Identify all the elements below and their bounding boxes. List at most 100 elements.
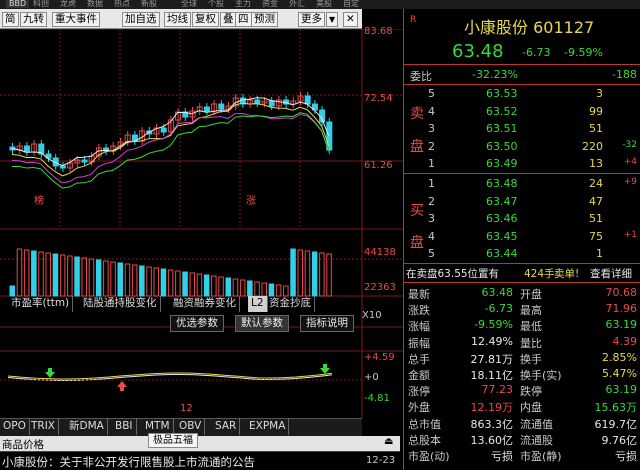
buy-order-row[interactable]: 3 63.46 51 [404, 211, 640, 227]
ranking-marker[interactable]: 榜 [34, 192, 44, 207]
stat-value: 12.49% [471, 334, 513, 348]
tab-sar[interactable]: SAR [212, 418, 241, 435]
stat-value: 9.76亿 [601, 433, 638, 447]
top-nav-item[interactable]: 新股 [138, 0, 160, 8]
limit-up-marker[interactable]: 涨 [246, 192, 256, 207]
top-nav-item[interactable]: 龙虎 [57, 0, 79, 8]
four-button[interactable]: 四 [235, 12, 252, 27]
sell-note-action: 卖单! [554, 268, 580, 280]
add-watchlist-button[interactable]: 加自选 [122, 12, 160, 27]
tab-l2[interactable]: L2 [248, 296, 268, 312]
top-nav-item[interactable]: 美股 [313, 0, 335, 8]
volume-bar [160, 268, 167, 297]
volume-axis-unit: X10 [362, 310, 382, 321]
close-icon[interactable]: ✕ [343, 12, 358, 27]
volume-bar [139, 265, 145, 297]
stats-row: 涨幅 -9.59% 最低 63.19 [404, 317, 640, 333]
tab-pe-ttm[interactable]: 市盈率(ttm) [8, 296, 74, 312]
buy-order-row[interactable]: 2 63.47 47 [404, 194, 640, 210]
top-nav-item[interactable]: 主力 [232, 0, 254, 8]
top-nav-item[interactable]: 外汇 [286, 0, 308, 8]
sell-change: +4 [623, 157, 637, 167]
adjust-button[interactable]: 复权 [192, 12, 219, 27]
nine-turn-button[interactable]: 九转 [20, 12, 47, 27]
price-change-pct: -9.59% [564, 46, 603, 59]
buy-order-row[interactable]: 1 63.48 24 +9 [404, 176, 640, 192]
tab-fund-bottom[interactable]: 资金抄底 [266, 296, 315, 312]
moving-average-button[interactable]: 均线 [164, 12, 191, 27]
view-detail-link[interactable]: 查看详细 [590, 266, 632, 281]
top-nav-item[interactable]: 自定 [340, 0, 362, 8]
top-nav-item[interactable]: 热点 [111, 0, 133, 8]
stat-value: 18.11亿 [470, 369, 514, 382]
sell-order-row[interactable]: 1 63.49 13 +4 [404, 156, 640, 172]
buy-order-row[interactable]: 5 63.44 1 [404, 246, 640, 262]
top-nav-item[interactable]: 科创 [30, 0, 52, 8]
simplified-toggle-button[interactable]: 简 [2, 12, 19, 27]
top-nav-item[interactable]: BBD [6, 0, 30, 8]
sell-volume: 13 [589, 157, 603, 170]
candle-body [81, 159, 88, 163]
stat-label: 量比 [520, 336, 542, 350]
sell-side-label: 盘 [410, 139, 424, 155]
tab-optimal-params[interactable]: 优选参数 [170, 315, 224, 332]
buy-change: +9 [623, 177, 637, 187]
tab-northbound-holdings[interactable]: 陆股通持股变化 [80, 296, 161, 312]
top-nav-item[interactable]: 资金 [259, 0, 281, 8]
top-nav-item[interactable]: 个股 [205, 0, 227, 8]
buy-change: +1 [623, 229, 637, 240]
volume-bar [247, 280, 253, 297]
volume-axis-mid: 22363 [364, 282, 396, 293]
stat-value: 4.39 [612, 334, 638, 348]
sell-note-text: 在卖盘63.55位置有 [406, 268, 500, 280]
eject-icon[interactable]: ⏏ [384, 436, 393, 447]
volume-bar [74, 256, 80, 297]
tab-trix[interactable]: TRIX [28, 418, 59, 435]
top-nav-item[interactable]: 全球 [178, 0, 200, 8]
buy-level: 5 [428, 247, 435, 260]
tab-new-dma[interactable]: 新DMA [66, 418, 108, 435]
stat-label: 换手 [520, 352, 542, 366]
tab-indicator-help[interactable]: 指标说明 [300, 315, 354, 332]
price-axis-mid: 72.54 [364, 93, 393, 104]
tab-opo[interactable]: OPO [0, 418, 30, 435]
sell-price: 63.50 [486, 139, 518, 153]
tab-margin-trading[interactable]: 融资融券变化 [170, 296, 240, 312]
buy-side-label: 买 [410, 203, 424, 219]
stat-value: 63.19 [605, 383, 638, 397]
divider [404, 84, 640, 85]
forecast-button[interactable]: 预测 [251, 12, 278, 27]
stat-label: 振幅 [408, 336, 430, 350]
stat-label: 内盘 [520, 401, 542, 415]
stat-label: 开盘 [520, 288, 542, 301]
major-events-button[interactable]: 重大事件 [52, 12, 100, 27]
buy-level: 2 [428, 194, 435, 208]
volume-bar [31, 250, 37, 297]
volume-bar [203, 274, 210, 297]
tab-bbi[interactable]: BBI [112, 418, 137, 435]
buy-side-label: 盘 [410, 235, 424, 251]
sell-order-row[interactable]: 4 63.52 99 [404, 104, 640, 120]
sell-order-row[interactable]: 2 63.50 220 -32 [404, 139, 640, 155]
tab-expma[interactable]: EXPMA [246, 418, 290, 435]
chevron-down-icon[interactable]: ▼ [326, 12, 339, 27]
tab-default-params[interactable]: 默认参数 [235, 315, 289, 332]
buy-volume: 24 [589, 177, 603, 190]
stock-chart[interactable] [0, 29, 403, 418]
news-text[interactable]: 小康股份：关于非公开发行限售股上市流通的公告 [2, 454, 255, 470]
candle-body [254, 99, 261, 104]
buy-order-row[interactable]: 4 63.45 75 +1 [404, 229, 640, 245]
stat-value: 619.7亿 [594, 417, 638, 431]
five-blessings-button[interactable]: 极品五福 [148, 433, 198, 448]
sell-volume: 51 [589, 122, 603, 135]
stat-value: 70.68 [605, 286, 638, 299]
news-ticker[interactable]: 小康股份：关于非公开发行限售股上市流通的公告 12-23 [0, 451, 400, 470]
sell-order-row[interactable]: 3 63.51 51 [404, 121, 640, 137]
sell-order-row[interactable]: 5 63.53 3 [404, 86, 640, 102]
stat-value: 亏损 [491, 450, 513, 463]
volume-bar [95, 259, 102, 297]
top-nav-item[interactable]: 数据 [84, 0, 106, 8]
more-button[interactable]: 更多 [298, 12, 325, 27]
stats-row: 总市值 863.3亿 流通值 619.7亿 [404, 415, 640, 431]
candle-body [23, 145, 30, 153]
